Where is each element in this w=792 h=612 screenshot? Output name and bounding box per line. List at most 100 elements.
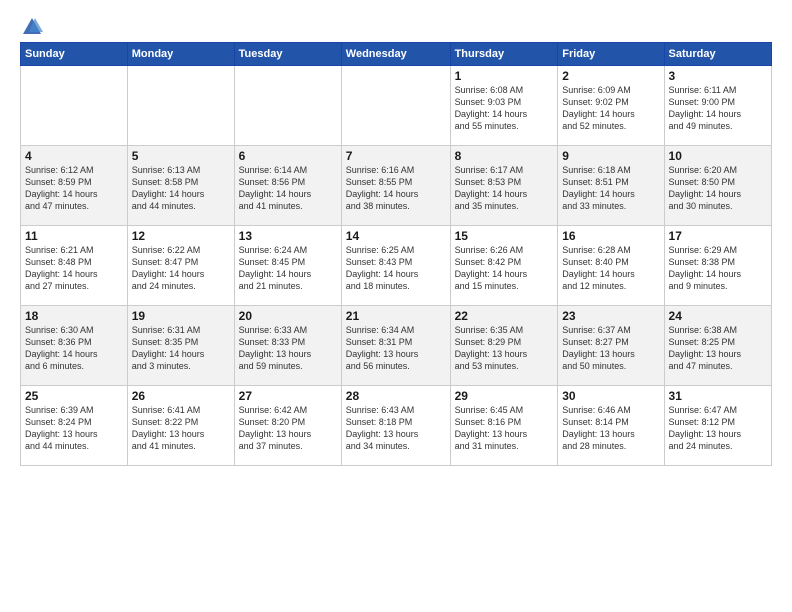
day-number: 17 <box>669 229 767 243</box>
day-cell <box>127 66 234 146</box>
day-number: 11 <box>25 229 123 243</box>
day-cell <box>234 66 341 146</box>
day-info: Sunrise: 6:25 AM Sunset: 8:43 PM Dayligh… <box>346 244 446 293</box>
day-cell: 5Sunrise: 6:13 AM Sunset: 8:58 PM Daylig… <box>127 146 234 226</box>
day-number: 23 <box>562 309 659 323</box>
day-number: 21 <box>346 309 446 323</box>
day-info: Sunrise: 6:31 AM Sunset: 8:35 PM Dayligh… <box>132 324 230 373</box>
header-tuesday: Tuesday <box>234 43 341 66</box>
day-number: 7 <box>346 149 446 163</box>
day-cell: 8Sunrise: 6:17 AM Sunset: 8:53 PM Daylig… <box>450 146 558 226</box>
day-number: 26 <box>132 389 230 403</box>
day-info: Sunrise: 6:08 AM Sunset: 9:03 PM Dayligh… <box>455 84 554 133</box>
day-number: 31 <box>669 389 767 403</box>
day-cell: 25Sunrise: 6:39 AM Sunset: 8:24 PM Dayli… <box>21 386 128 466</box>
day-info: Sunrise: 6:39 AM Sunset: 8:24 PM Dayligh… <box>25 404 123 453</box>
day-number: 12 <box>132 229 230 243</box>
week-row-2: 4Sunrise: 6:12 AM Sunset: 8:59 PM Daylig… <box>21 146 772 226</box>
day-number: 27 <box>239 389 337 403</box>
header-friday: Friday <box>558 43 664 66</box>
day-info: Sunrise: 6:46 AM Sunset: 8:14 PM Dayligh… <box>562 404 659 453</box>
calendar-header-row: SundayMondayTuesdayWednesdayThursdayFrid… <box>21 43 772 66</box>
page: SundayMondayTuesdayWednesdayThursdayFrid… <box>0 0 792 612</box>
header-sunday: Sunday <box>21 43 128 66</box>
day-cell: 1Sunrise: 6:08 AM Sunset: 9:03 PM Daylig… <box>450 66 558 146</box>
header-thursday: Thursday <box>450 43 558 66</box>
week-row-3: 11Sunrise: 6:21 AM Sunset: 8:48 PM Dayli… <box>21 226 772 306</box>
day-number: 4 <box>25 149 123 163</box>
day-info: Sunrise: 6:33 AM Sunset: 8:33 PM Dayligh… <box>239 324 337 373</box>
day-info: Sunrise: 6:14 AM Sunset: 8:56 PM Dayligh… <box>239 164 337 213</box>
header-monday: Monday <box>127 43 234 66</box>
day-info: Sunrise: 6:21 AM Sunset: 8:48 PM Dayligh… <box>25 244 123 293</box>
day-cell: 24Sunrise: 6:38 AM Sunset: 8:25 PM Dayli… <box>664 306 771 386</box>
day-info: Sunrise: 6:12 AM Sunset: 8:59 PM Dayligh… <box>25 164 123 213</box>
day-info: Sunrise: 6:38 AM Sunset: 8:25 PM Dayligh… <box>669 324 767 373</box>
day-info: Sunrise: 6:11 AM Sunset: 9:00 PM Dayligh… <box>669 84 767 133</box>
day-number: 16 <box>562 229 659 243</box>
day-number: 24 <box>669 309 767 323</box>
day-cell: 6Sunrise: 6:14 AM Sunset: 8:56 PM Daylig… <box>234 146 341 226</box>
day-number: 1 <box>455 69 554 83</box>
day-info: Sunrise: 6:13 AM Sunset: 8:58 PM Dayligh… <box>132 164 230 213</box>
day-info: Sunrise: 6:47 AM Sunset: 8:12 PM Dayligh… <box>669 404 767 453</box>
day-cell: 2Sunrise: 6:09 AM Sunset: 9:02 PM Daylig… <box>558 66 664 146</box>
day-info: Sunrise: 6:09 AM Sunset: 9:02 PM Dayligh… <box>562 84 659 133</box>
day-info: Sunrise: 6:16 AM Sunset: 8:55 PM Dayligh… <box>346 164 446 213</box>
day-number: 18 <box>25 309 123 323</box>
day-number: 13 <box>239 229 337 243</box>
day-number: 19 <box>132 309 230 323</box>
day-number: 14 <box>346 229 446 243</box>
day-cell: 26Sunrise: 6:41 AM Sunset: 8:22 PM Dayli… <box>127 386 234 466</box>
logo-icon <box>21 16 43 38</box>
day-cell: 28Sunrise: 6:43 AM Sunset: 8:18 PM Dayli… <box>341 386 450 466</box>
day-number: 30 <box>562 389 659 403</box>
day-cell: 14Sunrise: 6:25 AM Sunset: 8:43 PM Dayli… <box>341 226 450 306</box>
day-cell <box>341 66 450 146</box>
day-number: 8 <box>455 149 554 163</box>
day-number: 10 <box>669 149 767 163</box>
logo <box>20 16 44 34</box>
day-cell <box>21 66 128 146</box>
day-number: 25 <box>25 389 123 403</box>
day-number: 5 <box>132 149 230 163</box>
day-cell: 27Sunrise: 6:42 AM Sunset: 8:20 PM Dayli… <box>234 386 341 466</box>
day-info: Sunrise: 6:24 AM Sunset: 8:45 PM Dayligh… <box>239 244 337 293</box>
calendar-table: SundayMondayTuesdayWednesdayThursdayFrid… <box>20 42 772 466</box>
day-cell: 21Sunrise: 6:34 AM Sunset: 8:31 PM Dayli… <box>341 306 450 386</box>
day-number: 6 <box>239 149 337 163</box>
day-info: Sunrise: 6:35 AM Sunset: 8:29 PM Dayligh… <box>455 324 554 373</box>
day-cell: 4Sunrise: 6:12 AM Sunset: 8:59 PM Daylig… <box>21 146 128 226</box>
day-number: 15 <box>455 229 554 243</box>
header-saturday: Saturday <box>664 43 771 66</box>
day-cell: 19Sunrise: 6:31 AM Sunset: 8:35 PM Dayli… <box>127 306 234 386</box>
day-info: Sunrise: 6:26 AM Sunset: 8:42 PM Dayligh… <box>455 244 554 293</box>
day-info: Sunrise: 6:41 AM Sunset: 8:22 PM Dayligh… <box>132 404 230 453</box>
day-number: 22 <box>455 309 554 323</box>
day-info: Sunrise: 6:34 AM Sunset: 8:31 PM Dayligh… <box>346 324 446 373</box>
day-info: Sunrise: 6:18 AM Sunset: 8:51 PM Dayligh… <box>562 164 659 213</box>
day-cell: 13Sunrise: 6:24 AM Sunset: 8:45 PM Dayli… <box>234 226 341 306</box>
day-number: 29 <box>455 389 554 403</box>
day-cell: 29Sunrise: 6:45 AM Sunset: 8:16 PM Dayli… <box>450 386 558 466</box>
day-cell: 30Sunrise: 6:46 AM Sunset: 8:14 PM Dayli… <box>558 386 664 466</box>
day-number: 9 <box>562 149 659 163</box>
day-number: 2 <box>562 69 659 83</box>
day-info: Sunrise: 6:20 AM Sunset: 8:50 PM Dayligh… <box>669 164 767 213</box>
week-row-4: 18Sunrise: 6:30 AM Sunset: 8:36 PM Dayli… <box>21 306 772 386</box>
day-cell: 3Sunrise: 6:11 AM Sunset: 9:00 PM Daylig… <box>664 66 771 146</box>
day-cell: 20Sunrise: 6:33 AM Sunset: 8:33 PM Dayli… <box>234 306 341 386</box>
day-cell: 22Sunrise: 6:35 AM Sunset: 8:29 PM Dayli… <box>450 306 558 386</box>
day-cell: 7Sunrise: 6:16 AM Sunset: 8:55 PM Daylig… <box>341 146 450 226</box>
day-info: Sunrise: 6:43 AM Sunset: 8:18 PM Dayligh… <box>346 404 446 453</box>
day-info: Sunrise: 6:30 AM Sunset: 8:36 PM Dayligh… <box>25 324 123 373</box>
day-number: 28 <box>346 389 446 403</box>
day-cell: 31Sunrise: 6:47 AM Sunset: 8:12 PM Dayli… <box>664 386 771 466</box>
day-number: 3 <box>669 69 767 83</box>
day-number: 20 <box>239 309 337 323</box>
day-info: Sunrise: 6:28 AM Sunset: 8:40 PM Dayligh… <box>562 244 659 293</box>
day-info: Sunrise: 6:37 AM Sunset: 8:27 PM Dayligh… <box>562 324 659 373</box>
day-cell: 12Sunrise: 6:22 AM Sunset: 8:47 PM Dayli… <box>127 226 234 306</box>
day-cell: 9Sunrise: 6:18 AM Sunset: 8:51 PM Daylig… <box>558 146 664 226</box>
day-cell: 18Sunrise: 6:30 AM Sunset: 8:36 PM Dayli… <box>21 306 128 386</box>
